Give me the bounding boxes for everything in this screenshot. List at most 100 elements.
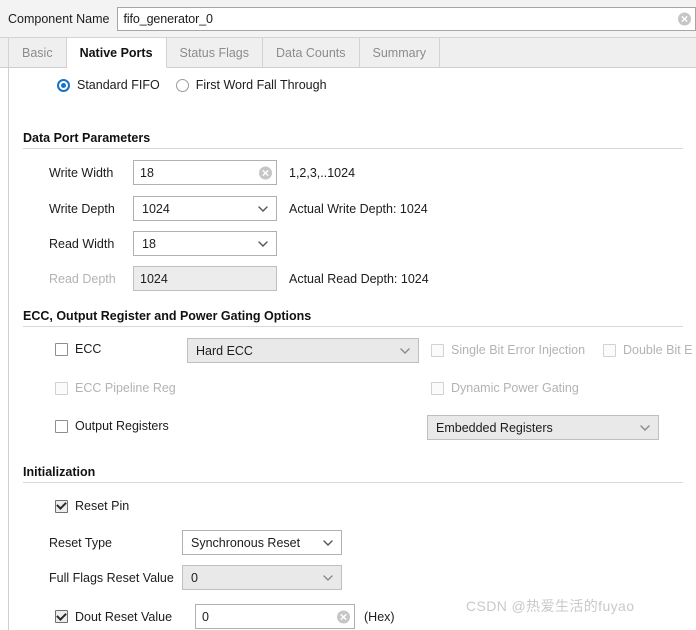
tab-status-flags-label: Status Flags xyxy=(179,45,250,60)
row-reset-pin: Reset Pin xyxy=(55,499,129,513)
component-name-bar: Component Name fifo_generator_0 xyxy=(0,0,696,38)
component-name-value: fifo_generator_0 xyxy=(123,11,213,26)
write-width-value: 18 xyxy=(140,165,154,180)
tab-data-counts[interactable]: Data Counts xyxy=(263,38,360,67)
component-name-input[interactable]: fifo_generator_0 xyxy=(117,6,696,31)
tab-data-counts-label: Data Counts xyxy=(276,45,346,60)
section-data-port-parameters-title: Data Port Parameters xyxy=(23,131,151,145)
checkbox-output-registers[interactable] xyxy=(55,419,68,433)
read-width-label: Read Width xyxy=(49,236,115,251)
tab-status-flags[interactable]: Status Flags xyxy=(167,38,264,67)
write-depth-label: Write Depth xyxy=(49,201,115,216)
checkbox-dynamic-power-gating xyxy=(431,381,444,395)
chevron-down-icon[interactable] xyxy=(258,205,268,212)
native-ports-panel: Standard FIFO First Word Fall Through Da… xyxy=(8,68,696,630)
output-register-type-select: Embedded Registers xyxy=(427,415,659,440)
full-flags-reset-value-value: 0 xyxy=(191,570,198,585)
chevron-down-icon xyxy=(323,574,333,581)
checkbox-reset-pin-label: Reset Pin xyxy=(75,499,130,513)
checkbox-ecc-label: ECC xyxy=(75,342,102,356)
checkbox-output-registers-label: Output Registers xyxy=(75,419,169,433)
section-ecc-options-title: ECC, Output Register and Power Gating Op… xyxy=(23,309,312,323)
section-ecc-options-rule xyxy=(23,326,683,327)
field-full-flags-reset-value: Full Flags Reset Value 0 xyxy=(49,565,342,590)
section-initialization-rule xyxy=(23,482,683,483)
tab-summary-label: Summary xyxy=(372,45,426,60)
read-width-select[interactable]: 18 xyxy=(133,231,277,256)
field-read-width: Read Width 18 xyxy=(49,231,277,256)
write-width-label: Write Width xyxy=(49,165,114,180)
tab-strip-filler xyxy=(440,38,696,67)
checkbox-ecc-pipeline-reg-label: ECC Pipeline Reg xyxy=(75,381,176,395)
radio-first-word-fall-through[interactable] xyxy=(175,78,189,92)
checkbox-double-bit-error-injection-label: Double Bit E xyxy=(623,343,693,357)
fifo-mode-radio-group: Standard FIFO First Word Fall Through xyxy=(57,78,327,92)
section-ecc-options: ECC, Output Register and Power Gating Op… xyxy=(23,309,683,327)
checkbox-dynamic-power-gating-label: Dynamic Power Gating xyxy=(451,381,579,395)
chevron-down-icon[interactable] xyxy=(258,240,268,247)
read-depth-input: 1024 xyxy=(133,266,277,291)
ecc-type-value: Hard ECC xyxy=(196,343,253,358)
checkbox-dout-reset-value[interactable] xyxy=(55,610,68,623)
full-flags-reset-value-select: 0 xyxy=(182,565,342,590)
checkbox-single-bit-error-injection xyxy=(431,343,444,357)
section-initialization-title: Initialization xyxy=(23,465,96,479)
section-data-port-parameters: Data Port Parameters xyxy=(23,131,683,149)
tab-strip: Basic Native Ports Status Flags Data Cou… xyxy=(0,38,696,68)
write-width-input[interactable]: 18 xyxy=(133,160,277,185)
output-register-type-value: Embedded Registers xyxy=(436,420,553,435)
section-initialization: Initialization xyxy=(23,465,683,483)
fifo-generator-dialog: Component Name fifo_generator_0 Basic Na… xyxy=(0,0,696,630)
radio-standard-fifo-label: Standard FIFO xyxy=(77,78,160,92)
checkbox-ecc[interactable] xyxy=(55,342,68,356)
dout-reset-value-value: 0 xyxy=(202,609,209,624)
write-depth-hint: Actual Write Depth: 1024 xyxy=(289,201,428,216)
write-width-hint: 1,2,3,..1024 xyxy=(289,165,356,180)
write-depth-select[interactable]: 1024 xyxy=(133,196,277,221)
tab-basic-label: Basic xyxy=(22,45,53,60)
read-width-value: 18 xyxy=(142,236,156,251)
checkbox-reset-pin[interactable] xyxy=(55,499,68,513)
dout-reset-value-hint: (Hex) xyxy=(364,609,395,624)
ecc-type-select: Hard ECC xyxy=(187,338,419,363)
checkbox-ecc-pipeline-reg xyxy=(55,381,68,395)
row-output-registers: Output Registers xyxy=(55,419,169,433)
read-depth-hint: Actual Read Depth: 1024 xyxy=(289,271,429,286)
field-write-width: Write Width 18 1,2,3,..1024 xyxy=(49,160,355,185)
reset-type-value: Synchronous Reset xyxy=(191,535,301,550)
checkbox-single-bit-error-injection-label: Single Bit Error Injection xyxy=(451,343,586,357)
chevron-down-icon[interactable] xyxy=(323,539,333,546)
row-single-bit-error-injection: Single Bit Error Injection xyxy=(431,343,585,357)
tab-native-ports[interactable]: Native Ports xyxy=(66,38,167,68)
reset-type-select[interactable]: Synchronous Reset xyxy=(182,530,342,555)
component-name-label: Component Name xyxy=(8,11,110,26)
chevron-down-icon xyxy=(400,347,410,354)
row-double-bit-error-injection: Double Bit E xyxy=(603,343,692,357)
read-depth-value: 1024 xyxy=(140,271,168,286)
tab-summary[interactable]: Summary xyxy=(360,38,440,67)
full-flags-reset-value-label: Full Flags Reset Value xyxy=(49,570,174,585)
field-read-depth: Read Depth 1024 Actual Read Depth: 1024 xyxy=(49,266,429,291)
reset-type-label: Reset Type xyxy=(49,535,113,550)
write-width-clear-icon[interactable] xyxy=(259,166,272,179)
row-dynamic-power-gating: Dynamic Power Gating xyxy=(431,381,579,395)
dout-reset-value-input[interactable]: 0 xyxy=(195,604,355,629)
write-depth-value: 1024 xyxy=(142,201,170,216)
clear-circle-icon[interactable] xyxy=(678,12,691,25)
row-ecc: ECC xyxy=(55,342,101,356)
checkbox-double-bit-error-injection xyxy=(603,343,616,357)
read-depth-label: Read Depth xyxy=(49,271,116,286)
row-ecc-pipeline-reg: ECC Pipeline Reg xyxy=(55,381,176,395)
tab-native-ports-label: Native Ports xyxy=(79,45,153,60)
tab-basic[interactable]: Basic xyxy=(8,38,67,67)
dout-reset-value-clear-icon[interactable] xyxy=(337,610,350,623)
radio-first-word-fall-through-label: First Word Fall Through xyxy=(195,78,327,92)
field-write-depth: Write Depth 1024 Actual Write Depth: 102… xyxy=(49,196,428,221)
field-dout-reset-value: Dout Reset Value 0 (Hex) xyxy=(55,604,395,629)
watermark: CSDN @热爱生活的fuyao xyxy=(466,598,635,614)
section-data-port-parameters-rule xyxy=(23,148,683,149)
dout-reset-value-label: Dout Reset Value xyxy=(75,609,173,624)
chevron-down-icon xyxy=(640,424,650,431)
field-reset-type: Reset Type Synchronous Reset xyxy=(49,530,342,555)
radio-standard-fifo[interactable] xyxy=(57,78,70,92)
